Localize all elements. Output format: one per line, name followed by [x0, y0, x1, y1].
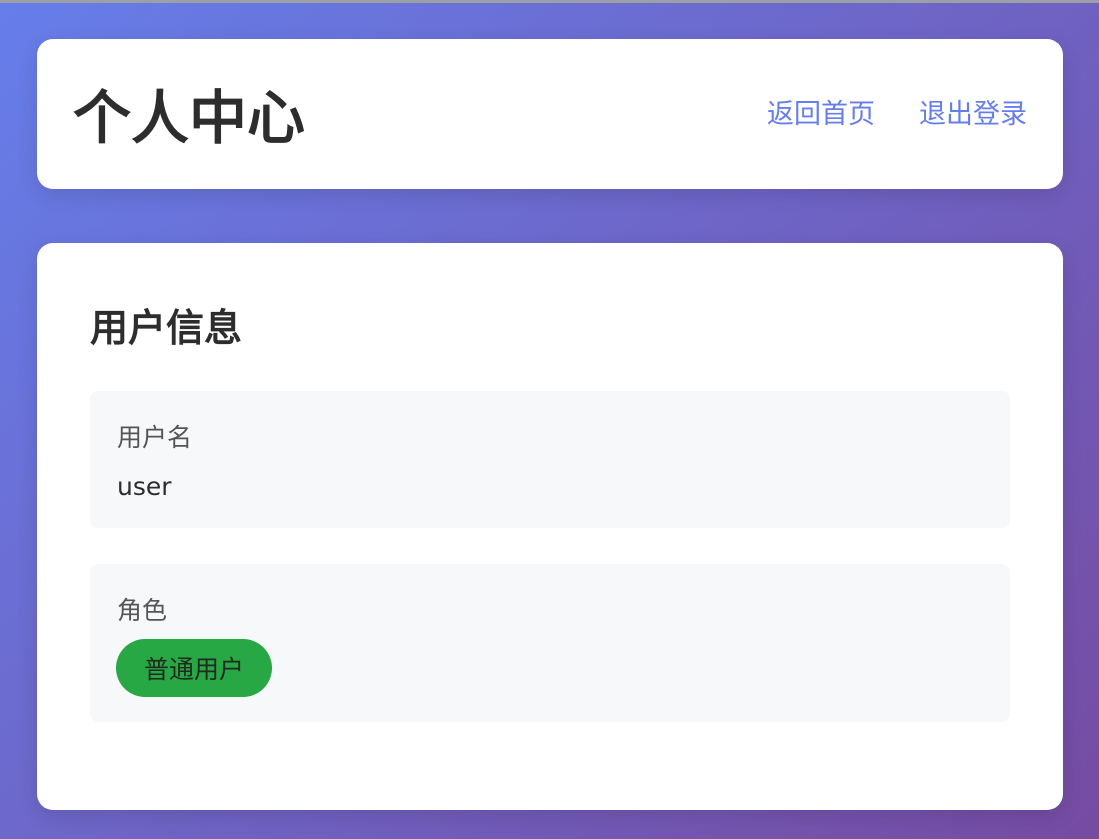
- username-value: user: [117, 472, 172, 501]
- header-nav: 返回首页 退出登录: [767, 97, 1027, 133]
- section-title: 用户信息: [90, 306, 243, 350]
- username-label: 用户名: [117, 423, 193, 452]
- back-home-link[interactable]: 返回首页: [767, 97, 875, 133]
- logout-link[interactable]: 退出登录: [919, 97, 1027, 133]
- role-badge: 普通用户: [116, 639, 273, 697]
- page-title: 个人中心: [73, 84, 306, 152]
- role-label: 角色: [117, 596, 168, 625]
- window-top-border: [0, 0, 1099, 3]
- header-card: 个人中心 返回首页 退出登录: [37, 39, 1063, 189]
- username-item: 用户名 user: [90, 391, 1010, 528]
- role-item: 角色 普通用户: [90, 564, 1010, 722]
- user-info-card: 用户信息 用户名 user 角色 普通用户: [37, 243, 1063, 810]
